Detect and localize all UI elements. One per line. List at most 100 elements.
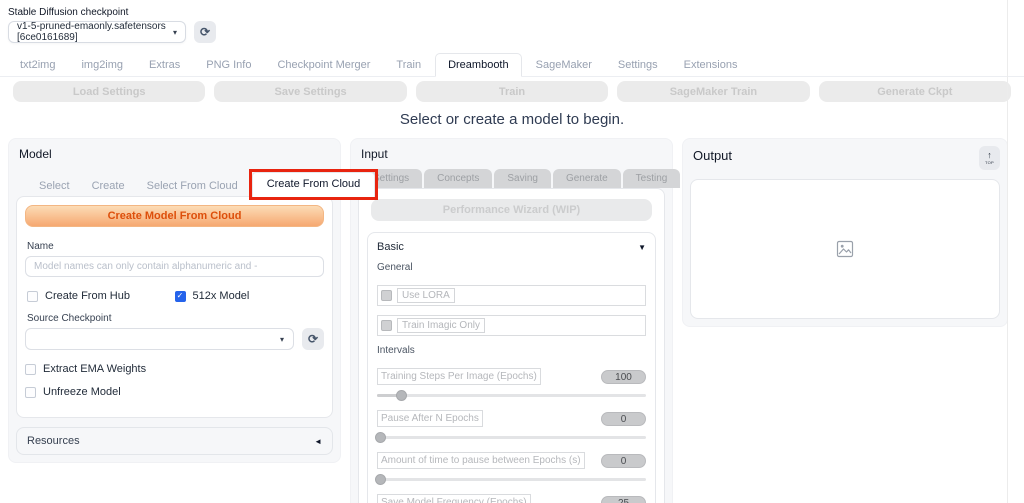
tab-extras[interactable]: Extras xyxy=(137,54,192,76)
checkbox-extract-ema-weights[interactable]: Extract EMA Weights xyxy=(25,363,324,375)
toggle-train-imagic-only[interactable]: Train Imagic Only xyxy=(377,315,646,336)
input-tab-saving[interactable]: Saving xyxy=(494,169,551,188)
model-tab-create[interactable]: Create xyxy=(81,176,136,196)
tab-extensions[interactable]: Extensions xyxy=(672,54,750,76)
checkbox-create-from-hub[interactable]: Create From Hub xyxy=(27,290,175,302)
save-settings-button[interactable]: Save Settings xyxy=(214,81,406,102)
action-toolbar: Load Settings Save Settings Train SageMa… xyxy=(0,77,1024,102)
input-panel-title: Input xyxy=(361,147,665,161)
basic-accordion: Basic ▼ General Use LORA Train Imagic On… xyxy=(367,232,656,503)
checkbox-checked-icon: ✓ xyxy=(175,291,186,302)
chevron-down-icon: ▾ xyxy=(280,335,284,344)
slider-value[interactable]: 25 xyxy=(601,496,646,503)
slider-pause-after-n-epochs: Pause After N Epochs 0 xyxy=(377,410,646,439)
model-tab-bar: Select Create Select From Cloud Create F… xyxy=(16,169,333,196)
toggle-use-lora[interactable]: Use LORA xyxy=(377,285,646,306)
basic-label: Basic xyxy=(377,241,404,253)
slider-track[interactable] xyxy=(377,436,646,439)
slider-training-steps-per-image: Training Steps Per Image (Epochs) 100 xyxy=(377,368,646,397)
tab-train[interactable]: Train xyxy=(384,54,433,76)
check-icon: ✓ xyxy=(177,292,184,300)
tab-png-info[interactable]: PNG Info xyxy=(194,54,263,76)
toggle-label: Use LORA xyxy=(397,288,455,303)
refresh-checkpoint-button[interactable]: ⟳ xyxy=(194,21,216,43)
checkbox-512x-model[interactable]: ✓ 512x Model xyxy=(175,290,250,302)
refresh-icon: ⟳ xyxy=(200,25,210,39)
input-tab-testing[interactable]: Testing xyxy=(623,169,681,188)
model-tab-content: Create Model From Cloud Name Create From… xyxy=(16,196,333,418)
toggle-label: Train Imagic Only xyxy=(397,318,485,333)
tab-settings[interactable]: Settings xyxy=(606,54,670,76)
checkbox-label: Create From Hub xyxy=(45,290,130,302)
checkbox-unfreeze-model[interactable]: Unfreeze Model xyxy=(25,386,324,398)
model-tab-create-from-cloud[interactable]: Create From Cloud xyxy=(252,172,376,197)
input-tab-concepts[interactable]: Concepts xyxy=(424,169,492,188)
slider-value[interactable]: 100 xyxy=(601,370,646,384)
checkpoint-value: v1-5-pruned-emaonly.safetensors [6ce0161… xyxy=(17,21,173,43)
performance-wizard-button[interactable]: Performance Wizard (WIP) xyxy=(371,199,652,221)
refresh-icon: ⟳ xyxy=(308,332,318,346)
slider-save-model-frequency: Save Model Frequency (Epochs) 25 xyxy=(377,494,646,503)
checkbox-icon xyxy=(25,387,36,398)
slider-label: Save Model Frequency (Epochs) xyxy=(377,494,531,503)
train-button[interactable]: Train xyxy=(416,81,608,102)
basic-accordion-header[interactable]: Basic ▼ xyxy=(377,241,646,253)
output-panel-title: Output xyxy=(693,148,732,163)
create-model-from-cloud-button[interactable]: Create Model From Cloud xyxy=(25,205,324,227)
checkbox-label: Extract EMA Weights xyxy=(43,363,146,375)
chevron-down-icon: ▾ xyxy=(173,28,177,37)
slider-label: Amount of time to pause between Epochs (… xyxy=(377,452,585,469)
checkbox-icon xyxy=(27,291,38,302)
slider-handle[interactable] xyxy=(396,390,407,401)
image-placeholder-icon xyxy=(836,240,854,258)
general-label: General xyxy=(377,262,646,273)
checkpoint-dropdown[interactable]: v1-5-pruned-emaonly.safetensors [6ce0161… xyxy=(8,21,186,43)
model-name-input[interactable] xyxy=(25,256,324,277)
checkbox-icon xyxy=(381,290,392,301)
slider-handle[interactable] xyxy=(375,474,386,485)
content-columns: Model Select Create Select From Cloud Cr… xyxy=(0,138,1024,503)
tab-txt2img[interactable]: txt2img xyxy=(8,54,67,76)
sagemaker-train-button[interactable]: SageMaker Train xyxy=(617,81,809,102)
generate-ckpt-button[interactable]: Generate Ckpt xyxy=(819,81,1011,102)
tab-sagemaker[interactable]: SageMaker xyxy=(524,54,604,76)
scroll-to-top-label: TOP xyxy=(985,160,994,165)
input-tab-generate[interactable]: Generate xyxy=(553,169,621,188)
model-panel-title: Model xyxy=(19,147,333,161)
slider-pause-time-between-epochs: Amount of time to pause between Epochs (… xyxy=(377,452,646,481)
model-panel: Model Select Create Select From Cloud Cr… xyxy=(8,138,341,463)
slider-label: Pause After N Epochs xyxy=(377,410,483,427)
checkbox-icon xyxy=(25,364,36,375)
collapse-left-icon: ◄ xyxy=(314,437,322,446)
arrow-up-icon: ↑ xyxy=(987,151,992,160)
red-highlight-box: Create From Cloud xyxy=(249,169,379,200)
output-panel: Output ↑ TOP xyxy=(682,138,1008,327)
resources-label: Resources xyxy=(27,435,80,447)
input-tab-content: Performance Wizard (WIP) Basic ▼ General… xyxy=(358,188,665,503)
tab-dreambooth[interactable]: Dreambooth xyxy=(435,53,522,77)
input-panel: Input Settings Concepts Saving Generate … xyxy=(350,138,673,503)
output-image-area xyxy=(690,179,1000,319)
checkbox-label: 512x Model xyxy=(193,290,250,302)
main-tab-bar: txt2img img2img Extras PNG Info Checkpoi… xyxy=(0,43,1024,77)
scroll-to-top-button[interactable]: ↑ TOP xyxy=(979,146,1000,170)
scrollbar-track[interactable] xyxy=(1007,0,1008,503)
refresh-source-checkpoint-button[interactable]: ⟳ xyxy=(302,328,324,350)
source-checkpoint-dropdown[interactable]: ▾ xyxy=(25,328,294,350)
slider-value[interactable]: 0 xyxy=(601,454,646,468)
tab-img2img[interactable]: img2img xyxy=(69,54,135,76)
load-settings-button[interactable]: Load Settings xyxy=(13,81,205,102)
slider-value[interactable]: 0 xyxy=(601,412,646,426)
name-label: Name xyxy=(27,241,324,252)
slider-handle[interactable] xyxy=(375,432,386,443)
checkbox-icon xyxy=(381,320,392,331)
slider-track[interactable] xyxy=(377,394,646,397)
notice-text: Select or create a model to begin. xyxy=(0,111,1024,128)
checkpoint-bar: Stable Diffusion checkpoint v1-5-pruned-… xyxy=(0,0,1024,43)
tab-checkpoint-merger[interactable]: Checkpoint Merger xyxy=(265,54,382,76)
slider-track[interactable] xyxy=(377,478,646,481)
slider-label: Training Steps Per Image (Epochs) xyxy=(377,368,541,385)
resources-accordion[interactable]: Resources ◄ xyxy=(16,427,333,455)
model-tab-select[interactable]: Select xyxy=(28,176,81,196)
model-tab-select-from-cloud[interactable]: Select From Cloud xyxy=(136,176,249,196)
